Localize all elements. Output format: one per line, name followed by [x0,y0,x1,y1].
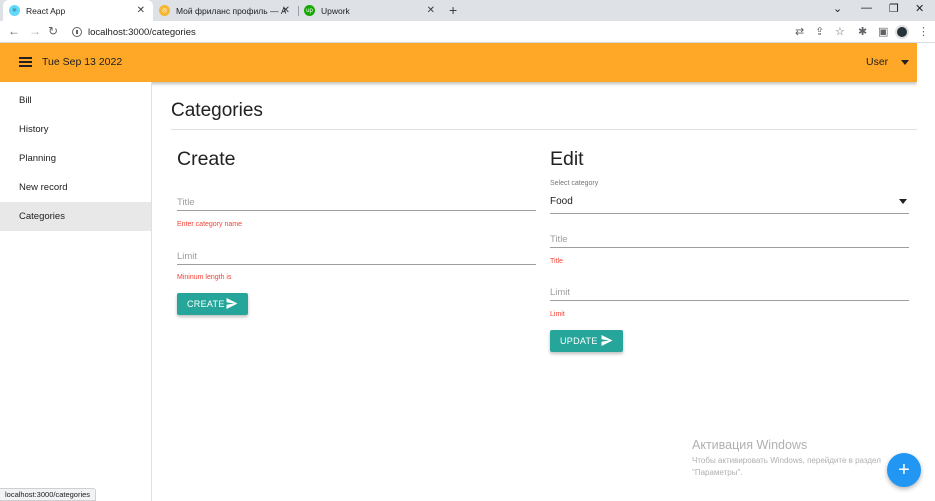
sidebar-item-categories[interactable]: Categories [0,202,151,231]
windows-activation-text: Чтобы активировать Windows, перейдите в … [692,456,881,477]
address-url: localhost:3000/categories [88,26,196,38]
create-limit-helper: Mininum length is [177,274,232,281]
create-limit-input[interactable] [177,249,536,265]
close-icon[interactable]: ✕ [427,5,435,16]
send-icon [601,335,613,346]
select-category-label: Select category [550,180,599,187]
tab-title: React App [26,5,66,16]
restore-icon[interactable]: ❐ [889,2,899,15]
freelance-profile-icon: ◎ [159,5,170,16]
header-date: Tue Sep 13 2022 [42,56,123,68]
menu-icon[interactable] [19,57,32,67]
sidebar-item-planning[interactable]: Planning [0,144,151,173]
react-icon: ⚛ [9,5,20,16]
browser-toolbar: ← → ↻ localhost:3000/categories ⇄ ⇪ ☆ ✱ … [0,21,935,43]
create-button[interactable]: CREATE [177,293,248,315]
tab-react-app[interactable]: ⚛ React App ✕ [3,0,153,21]
caret-down-icon [901,59,910,65]
close-window-icon[interactable]: ✕ [915,2,924,15]
caret-down-icon [899,199,907,204]
edit-limit-helper: Limit [550,311,565,318]
side-panel-icon[interactable]: ▣ [878,25,888,38]
windows-activation-title: Активация Windows [692,438,808,452]
edit-title-helper: Title [550,258,563,265]
user-menu[interactable]: User [866,56,910,68]
edit-limit-input[interactable] [550,285,909,301]
page-scrollbar[interactable] [917,43,935,501]
select-underline [550,213,909,214]
new-tab-icon[interactable]: + [449,2,457,18]
user-name: User [866,56,889,68]
tab-title: Upwork [321,5,350,16]
share-icon[interactable]: ⇪ [815,25,824,38]
site-info-icon[interactable] [72,27,82,37]
translate-icon[interactable]: ⇄ [795,25,804,38]
reload-icon[interactable]: ↻ [48,24,58,38]
close-icon[interactable]: ✕ [282,5,290,16]
forward-icon[interactable]: → [29,24,41,38]
plus-icon: + [898,459,910,481]
minimize-icon[interactable]: — [861,2,872,14]
page-title: Categories [171,100,263,121]
bookmark-star-icon[interactable]: ☆ [835,25,845,38]
back-icon[interactable]: ← [8,24,20,38]
upwork-icon: up [304,5,315,16]
send-icon [226,298,238,309]
selected-category: Food [550,196,573,207]
chevron-down-icon[interactable]: ⌄ [833,2,842,15]
create-title-helper: Enter category name [177,221,242,228]
sidebar-nav: Bill History Planning New record Categor… [0,82,152,501]
update-button[interactable]: UPDATE [550,330,623,352]
sidebar-item-history[interactable]: History [0,115,151,144]
sidebar-item-new-record[interactable]: New record [0,173,151,202]
tab-title: Мой фриланс профиль — Алди [176,5,286,16]
edit-heading: Edit [550,148,584,170]
more-menu-icon[interactable]: ⋮ [918,25,929,38]
create-button-label: CREATE [187,299,225,309]
create-heading: Create [177,148,236,170]
add-fab-button[interactable]: + [887,453,921,487]
close-icon[interactable]: ✕ [137,5,145,16]
create-title-input[interactable] [177,195,536,211]
browser-tab-strip: ⚛ React App ✕ ◎ Мой фриланс профиль — Ал… [0,0,935,21]
tab-freelance-profile[interactable]: ◎ Мой фриланс профиль — Алди ✕ [153,0,298,21]
edit-title-input[interactable] [550,232,909,248]
address-bar[interactable]: localhost:3000/categories [68,23,808,41]
sidebar-item-bill[interactable]: Bill [0,86,151,115]
tab-upwork[interactable]: up Upwork ✕ [298,0,443,21]
update-button-label: UPDATE [560,336,598,346]
extensions-icon[interactable]: ✱ [858,25,867,38]
app-header: Tue Sep 13 2022 User [0,43,917,82]
profile-avatar[interactable] [895,25,909,39]
divider [171,129,917,130]
status-bar-url: localhost:3000/categories [0,488,97,501]
